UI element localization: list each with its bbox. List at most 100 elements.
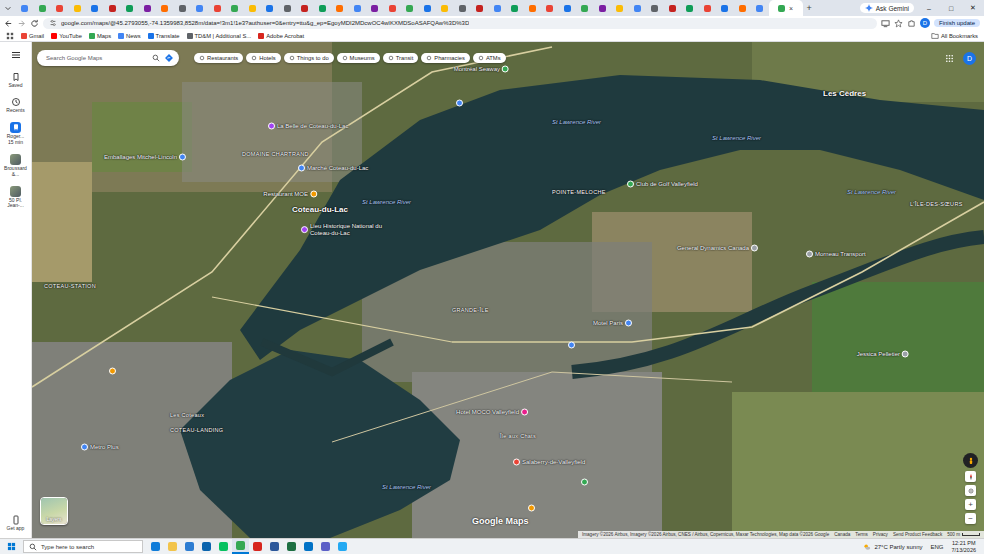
taskbar-app[interactable] — [232, 539, 249, 554]
browser-tab[interactable] — [34, 0, 52, 16]
category-chip[interactable]: Pharmacies — [421, 53, 470, 63]
browser-tab[interactable] — [349, 0, 367, 16]
browser-tab[interactable] — [681, 0, 699, 16]
browser-tab[interactable] — [366, 0, 384, 16]
browser-tab[interactable] — [401, 0, 419, 16]
taskbar-app[interactable] — [266, 539, 283, 554]
map-pin[interactable] — [109, 368, 116, 375]
map-pin[interactable] — [456, 100, 463, 107]
taskbar-search[interactable]: Type here to search — [23, 540, 143, 553]
browser-tab[interactable] — [506, 0, 524, 16]
map-pin[interactable]: Motel Paris — [593, 320, 632, 327]
back-arrow-icon[interactable] — [4, 19, 13, 28]
taskbar-app[interactable] — [181, 539, 198, 554]
get-app-button[interactable]: Get app — [1, 515, 31, 532]
new-tab-button[interactable]: + — [803, 4, 816, 13]
street-view-pegman-icon[interactable] — [963, 453, 978, 468]
rail-item[interactable]: Recents — [1, 97, 31, 114]
browser-tab[interactable] — [121, 0, 139, 16]
attribution-link[interactable]: Privacy — [873, 532, 888, 537]
browser-tab[interactable] — [611, 0, 629, 16]
satellite-map[interactable]: Search Google Maps RestaurantsHotels Thing… — [32, 42, 984, 538]
browser-tab[interactable] — [104, 0, 122, 16]
attribution-link[interactable]: Terms — [855, 532, 868, 537]
browser-tab[interactable] — [51, 0, 69, 16]
map-pin[interactable]: Jessica Pelletier — [857, 351, 909, 358]
browser-tab[interactable] — [559, 0, 577, 16]
account-avatar[interactable]: D — [963, 52, 976, 65]
browser-tab[interactable] — [279, 0, 297, 16]
window-control-button[interactable]: ✕ — [962, 0, 984, 16]
browser-tab[interactable] — [384, 0, 402, 16]
apps-grid-icon[interactable] — [6, 32, 14, 40]
map-pin[interactable]: Marché Coteau-du-Lac — [298, 165, 368, 172]
recent-item[interactable]: Roger...15 min — [1, 122, 31, 147]
browser-tab[interactable] — [734, 0, 752, 16]
browser-tab[interactable] — [156, 0, 174, 16]
category-chip[interactable]: Hotels — [246, 53, 280, 63]
zoom-button[interactable]: + — [965, 499, 976, 510]
category-chip[interactable]: Restaurants — [194, 53, 243, 63]
site-info-icon[interactable] — [49, 19, 57, 27]
taskbar-app[interactable] — [283, 539, 300, 554]
map-pin[interactable]: General Dynamics Canada — [677, 245, 758, 252]
browser-tab[interactable] — [244, 0, 262, 16]
browser-tab[interactable] — [594, 0, 612, 16]
bookmark-item[interactable]: Adobe Acrobat — [258, 33, 304, 39]
taskbar-app[interactable] — [198, 539, 215, 554]
rail-item[interactable]: Saved — [1, 72, 31, 89]
bookmark-item[interactable]: Gmail — [21, 33, 44, 39]
taskbar-app[interactable] — [300, 539, 317, 554]
language-indicator[interactable]: ENG — [931, 544, 944, 550]
google-apps-icon[interactable] — [945, 54, 954, 63]
browser-tab[interactable] — [261, 0, 279, 16]
tab-close-button[interactable]: × — [789, 5, 793, 12]
my-location-icon[interactable] — [965, 485, 976, 496]
search-box[interactable]: Search Google Maps — [37, 50, 179, 66]
window-control-button[interactable]: □ — [940, 0, 962, 16]
browser-tab[interactable] — [86, 0, 104, 16]
browser-tab[interactable] — [646, 0, 664, 16]
browser-tab[interactable] — [524, 0, 542, 16]
browser-tab[interactable] — [209, 0, 227, 16]
map-pin[interactable]: Restaurant MOE — [263, 191, 317, 198]
map-pin[interactable]: Morneau Transport — [806, 251, 866, 258]
map-pin[interactable] — [568, 342, 575, 349]
clock[interactable]: 12:21 PM7/13/2026 — [952, 540, 980, 552]
browser-tab[interactable] — [296, 0, 314, 16]
browser-tab[interactable] — [226, 0, 244, 16]
bookmark-item[interactable]: News — [118, 33, 141, 39]
install-icon[interactable] — [881, 19, 890, 28]
ask-gemini-button[interactable]: Ask Gemini — [860, 3, 914, 13]
windows-start-icon[interactable] — [7, 542, 16, 551]
layers-button[interactable]: Layers — [40, 497, 68, 525]
search-icon[interactable] — [152, 54, 160, 62]
taskbar-app[interactable] — [164, 539, 181, 554]
browser-tab[interactable] — [471, 0, 489, 16]
category-chip[interactable]: Things to do — [284, 53, 334, 63]
category-chip[interactable]: Transit — [383, 53, 419, 63]
extensions-icon[interactable] — [907, 19, 916, 28]
map-pin[interactable]: Lieu Historique National du Coteau-du-La… — [301, 223, 405, 237]
browser-tab[interactable] — [699, 0, 717, 16]
browser-tab[interactable] — [629, 0, 647, 16]
browser-tab[interactable] — [69, 0, 87, 16]
category-chip[interactable]: Museums — [337, 53, 380, 63]
map-pin[interactable]: Salaberry-de-Valleyfield — [513, 459, 585, 466]
browser-tab[interactable] — [576, 0, 594, 16]
bookmark-item[interactable]: YouTube — [51, 33, 82, 39]
zoom-button[interactable]: − — [965, 513, 976, 524]
recent-item[interactable]: 50 Pl. Jean-... — [1, 186, 31, 210]
bookmark-star-icon[interactable] — [894, 19, 903, 28]
map-pin[interactable]: La Belle de Coteau-du-Lac — [268, 123, 348, 130]
browser-tab[interactable] — [436, 0, 454, 16]
browser-tab[interactable]: × — [769, 0, 803, 16]
browser-tab[interactable] — [541, 0, 559, 16]
tab-search-icon[interactable] — [4, 4, 12, 12]
attribution-link[interactable]: Canada — [834, 532, 850, 537]
attribution-link[interactable]: Send Product Feedback — [893, 532, 942, 537]
all-bookmarks-button[interactable]: All Bookmarks — [931, 32, 978, 40]
browser-tab[interactable] — [139, 0, 157, 16]
recent-item[interactable]: Broussard &... — [1, 154, 31, 178]
map-pin[interactable]: Emballages Mitchel-Lincoln — [104, 154, 186, 161]
